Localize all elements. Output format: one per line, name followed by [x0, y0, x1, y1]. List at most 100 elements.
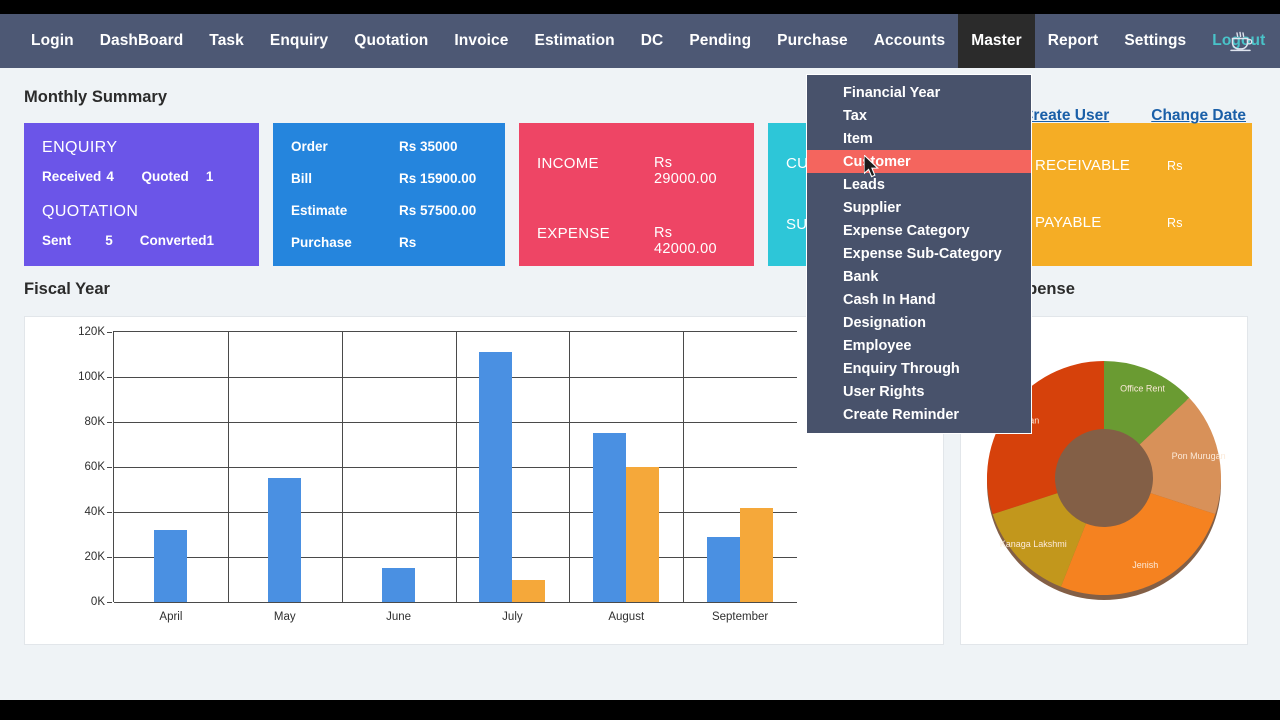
nav-item-enquiry[interactable]: Enquiry — [257, 14, 341, 68]
top-navbar: Login DashBoard Task Enquiry Quotation I… — [0, 14, 1280, 68]
x-axis-tick-label: June — [386, 611, 412, 623]
master-dropdown-menu[interactable]: Financial Year Tax Item Customer Leads Suppli… — [806, 74, 1032, 434]
purchase-value: Rs — [399, 235, 417, 250]
quotation-card-heading: QUOTATION — [42, 203, 139, 220]
nav-item-task[interactable]: Task — [196, 14, 257, 68]
bar-chart-plot-area: 0K 20K 40K 60K 80K 100K 120K April May June July Au… — [78, 326, 797, 623]
x-axis-tick-label: April — [159, 611, 183, 623]
bar-income-july[interactable] — [479, 352, 513, 602]
nav-item-invoice[interactable]: Invoice — [441, 14, 521, 68]
bar-group — [382, 332, 416, 602]
x-axis-tick-label: May — [273, 611, 296, 623]
receivable-value: Rs — [1167, 159, 1183, 173]
dropdown-item-enquiry-through[interactable]: Enquiry Through — [807, 357, 1031, 380]
dropdown-item-user-rights[interactable]: User Rights — [807, 380, 1031, 403]
order-summary-card[interactable]: Order Rs 35000 Bill Rs 15900.00 Estimate… — [273, 123, 505, 266]
bar-income-august[interactable] — [593, 433, 627, 602]
payable-value: Rs — [1167, 216, 1183, 230]
order-value: Rs 35000 — [399, 139, 458, 154]
enquiry-received-value: 4 — [106, 169, 114, 184]
coffee-cup-icon[interactable] — [1224, 24, 1258, 58]
bar-group — [268, 332, 302, 602]
nav-item-settings[interactable]: Settings — [1111, 14, 1199, 68]
income-row: INCOME Rs 29000.00 — [537, 155, 736, 187]
nav-item-pending[interactable]: Pending — [676, 14, 764, 68]
expense-label: EXPENSE — [537, 225, 610, 242]
bill-row: Bill Rs 15900.00 — [291, 171, 487, 186]
dropdown-item-designation[interactable]: Designation — [807, 311, 1031, 334]
dropdown-item-supplier[interactable]: Supplier — [807, 196, 1031, 219]
y-axis-tick-label: 60K — [84, 461, 113, 473]
expense-value: Rs 42000.00 — [653, 225, 717, 257]
bar-income-june[interactable] — [382, 568, 416, 602]
bar-group — [479, 332, 546, 602]
receivable-payable-card[interactable]: RECEIVABLE Rs PAYABLE Rs — [1017, 123, 1252, 266]
app-root: Login DashBoard Task Enquiry Quotation I… — [0, 14, 1280, 700]
dropdown-item-expense-category[interactable]: Expense Category — [807, 219, 1031, 242]
bar-expense-september[interactable] — [740, 507, 774, 602]
gridline-vertical — [683, 332, 685, 602]
nav-item-estimation[interactable]: Estimation — [522, 14, 628, 68]
summary-card-row: ENQUIRY Received 4 Quoted 1 QUOTATION Se… — [0, 107, 1280, 266]
quotation-sent-label: Sent — [42, 233, 72, 248]
enquiry-card-heading: ENQUIRY — [42, 139, 118, 156]
dropdown-item-bank[interactable]: Bank — [807, 265, 1031, 288]
bill-value: Rs 15900.00 — [399, 171, 477, 186]
receivable-label: RECEIVABLE — [1035, 157, 1131, 174]
income-expense-card[interactable]: INCOME Rs 29000.00 EXPENSE Rs 42000.00 — [519, 123, 754, 266]
bar-income-april[interactable] — [154, 530, 188, 602]
bar-income-may[interactable] — [268, 478, 302, 602]
nav-item-dashboard[interactable]: DashBoard — [87, 14, 197, 68]
gridline-horizontal — [114, 602, 797, 603]
bar-group — [154, 332, 188, 602]
dropdown-item-cash-in-hand[interactable]: Cash In Hand — [807, 288, 1031, 311]
y-axis-tick-label: 20K — [84, 551, 113, 563]
payable-row: PAYABLE Rs — [1035, 214, 1234, 231]
dropdown-item-tax[interactable]: Tax — [807, 104, 1031, 127]
nav-item-login[interactable]: Login — [18, 14, 87, 68]
dropdown-item-financial-year[interactable]: Financial Year — [807, 81, 1031, 104]
change-date-link[interactable]: Change Date — [1151, 107, 1246, 125]
nav-item-master[interactable]: Master — [958, 14, 1035, 68]
order-label: Order — [291, 139, 328, 154]
expense-row: EXPENSE Rs 42000.00 — [537, 225, 736, 257]
donut-slice-label: Kanaga Lakshmi — [1000, 538, 1067, 548]
bar-group — [593, 332, 660, 602]
nav-item-purchase[interactable]: Purchase — [764, 14, 861, 68]
y-axis-tick-label: 100K — [78, 371, 112, 383]
fiscal-year-title: Fiscal Year — [24, 280, 110, 298]
page-title: Monthly Summary — [24, 88, 168, 106]
bar-income-september[interactable] — [707, 536, 741, 602]
top-action-links: Create User Change Date — [1022, 107, 1246, 125]
y-axis-tick-label: 0K — [90, 596, 113, 608]
nav-item-report[interactable]: Report — [1035, 14, 1112, 68]
nav-item-accounts[interactable]: Accounts — [861, 14, 958, 68]
income-value: Rs 29000.00 — [653, 155, 717, 187]
nav-item-quotation[interactable]: Quotation — [341, 14, 441, 68]
donut-slice-label: Jenish — [1132, 560, 1158, 570]
bar-expense-july[interactable] — [512, 579, 546, 602]
dropdown-item-expense-sub-category[interactable]: Expense Sub-Category — [807, 242, 1031, 265]
gridline-vertical — [569, 332, 571, 602]
nav-item-dc[interactable]: DC — [628, 14, 677, 68]
donut-slice-label: Office Rent — [1120, 383, 1165, 393]
x-axis-tick-label: July — [502, 611, 523, 623]
charts-row: 0K 20K 40K 60K 80K 100K 120K April May June July Au… — [0, 310, 1280, 645]
enquiry-quoted-value: 1 — [205, 169, 214, 184]
dropdown-item-item[interactable]: Item — [807, 127, 1031, 150]
dropdown-item-create-reminder[interactable]: Create Reminder — [807, 403, 1031, 426]
income-label: INCOME — [537, 155, 599, 172]
purchase-row: Purchase Rs — [291, 235, 487, 250]
estimate-label: Estimate — [291, 203, 348, 218]
panel-title-row: Fiscal Year Expense — [0, 280, 1280, 310]
gridline-vertical — [341, 332, 343, 602]
enquiry-summary-card[interactable]: ENQUIRY Received 4 Quoted 1 QUOTATION Se… — [24, 123, 259, 266]
create-user-link[interactable]: Create User — [1022, 107, 1109, 125]
dropdown-item-leads[interactable]: Leads — [807, 173, 1031, 196]
y-axis-tick-label: 120K — [78, 326, 112, 338]
purchase-label: Purchase — [291, 235, 352, 250]
dropdown-item-customer[interactable]: Customer — [807, 150, 1031, 173]
bar-expense-august[interactable] — [626, 467, 660, 602]
dropdown-item-employee[interactable]: Employee — [807, 334, 1031, 357]
y-axis-tick-label: 40K — [84, 506, 113, 518]
